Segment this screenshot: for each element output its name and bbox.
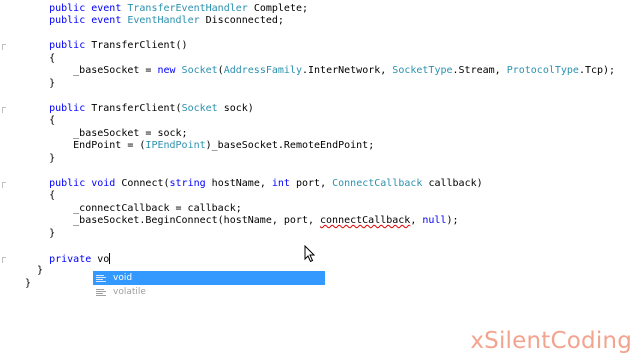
code-line[interactable]: {	[25, 53, 55, 66]
outline-collapse-marker[interactable]	[2, 44, 6, 50]
code-keyword: public event	[49, 2, 128, 14]
code-text: _baseSocket.BeginConnect(hostName, port,	[25, 215, 321, 226]
mouse-cursor-icon	[304, 245, 316, 263]
code-text: )_baseSocket.RemoteEndPoint;	[205, 140, 375, 151]
code-type: AddressFamily	[223, 65, 302, 76]
code-text: );	[446, 215, 459, 226]
code-line[interactable]: }	[25, 278, 31, 291]
code-text: {	[25, 190, 56, 201]
completion-item-label: volatile	[113, 287, 146, 297]
code-text: EndPoint = (	[25, 140, 146, 151]
code-type: IPEndPoint	[145, 140, 206, 151]
code-keyword: null	[422, 215, 447, 226]
text-caret	[109, 252, 111, 264]
code-line[interactable]: _baseSocket = sock;	[25, 127, 188, 141]
code-line[interactable]: }	[25, 153, 55, 166]
code-line[interactable]: public TransferClient()	[25, 40, 188, 53]
code-text: .InterNetwork,	[301, 65, 393, 76]
code-line[interactable]: private vo	[25, 252, 111, 266]
code-type: EventHandler	[127, 15, 200, 26]
code-text: vo	[97, 253, 110, 265]
code-line[interactable]: public event EventHandler Disconnected;	[25, 15, 284, 28]
outline-collapse-marker[interactable]	[2, 106, 6, 113]
code-text: _connectCallback = callback;	[25, 202, 242, 214]
completion-item-volatile[interactable]: volatile	[93, 285, 325, 299]
code-text: Disconnected;	[199, 15, 284, 26]
keyword-icon	[96, 288, 107, 297]
code-text: }	[25, 152, 56, 164]
code-text: .Tcp);	[578, 65, 616, 76]
code-text: }	[25, 277, 32, 289]
code-text: _baseSocket = sock;	[25, 127, 188, 139]
code-text: }	[25, 265, 44, 276]
code-text: Connect(	[121, 177, 170, 189]
code-text: Complete;	[247, 2, 309, 14]
code-keyword: string	[169, 177, 212, 189]
code-text: }	[25, 77, 56, 89]
code-type: Socket	[181, 102, 218, 114]
code-text: hostName,	[211, 177, 272, 189]
code-type: TransferEventHandler	[127, 2, 248, 14]
code-type: SocketType	[392, 65, 453, 76]
code-type: ConnectCallback	[332, 177, 423, 189]
code-keyword: public void	[49, 177, 122, 189]
code-keyword: public	[49, 102, 92, 114]
code-keyword: public event	[49, 15, 128, 26]
code-keyword: int	[271, 177, 296, 189]
code-keyword: new	[157, 65, 182, 76]
code-text: ,	[410, 215, 423, 226]
code-line[interactable]: }	[25, 265, 43, 278]
code-line[interactable]: {	[25, 115, 55, 128]
code-text: TransferClient()	[91, 40, 188, 51]
code-line[interactable]: _baseSocket.BeginConnect(hostName, port,…	[25, 215, 459, 228]
code-line[interactable]: public TransferClient(Socket sock)	[25, 103, 254, 116]
code-keyword: private	[49, 253, 98, 265]
code-line[interactable]: EndPoint = (IPEndPoint)_baseSocket.Remot…	[25, 140, 374, 153]
keyword-icon	[96, 274, 107, 283]
code-text: callback)	[422, 177, 483, 189]
code-text: }	[25, 227, 56, 239]
intellisense-completion-list[interactable]: void volatile	[93, 271, 325, 299]
code-text: TransferClient(	[91, 102, 182, 114]
code-line[interactable]: }	[25, 228, 55, 241]
code-line[interactable]: _baseSocket = new Socket(AddressFamily.I…	[25, 65, 615, 78]
code-keyword: public	[49, 40, 92, 51]
code-error-identifier: connectCallback	[320, 215, 411, 226]
code-type: ProtocolType	[506, 65, 579, 76]
completion-item-void[interactable]: void	[93, 271, 325, 285]
code-text: port,	[295, 177, 333, 189]
outline-collapse-marker[interactable]	[2, 256, 6, 263]
watermark: xSilentCoding	[470, 328, 632, 354]
code-editor[interactable]: public event TransferEventHandler Comple…	[0, 0, 640, 360]
code-line[interactable]: _connectCallback = callback;	[25, 203, 242, 216]
code-text: .Stream,	[452, 65, 507, 76]
code-text: {	[25, 52, 56, 64]
code-type: Socket	[181, 65, 218, 76]
code-line[interactable]: public event TransferEventHandler Comple…	[25, 3, 308, 16]
code-line[interactable]: }	[25, 78, 55, 91]
code-line[interactable]: public void Connect(string hostName, int…	[25, 178, 483, 191]
code-text: _baseSocket =	[25, 65, 158, 76]
outline-collapse-marker[interactable]	[2, 181, 6, 188]
code-line[interactable]: {	[25, 190, 55, 203]
code-text: {	[25, 115, 56, 126]
completion-item-label: void	[113, 273, 133, 283]
code-text: sock)	[217, 102, 254, 114]
